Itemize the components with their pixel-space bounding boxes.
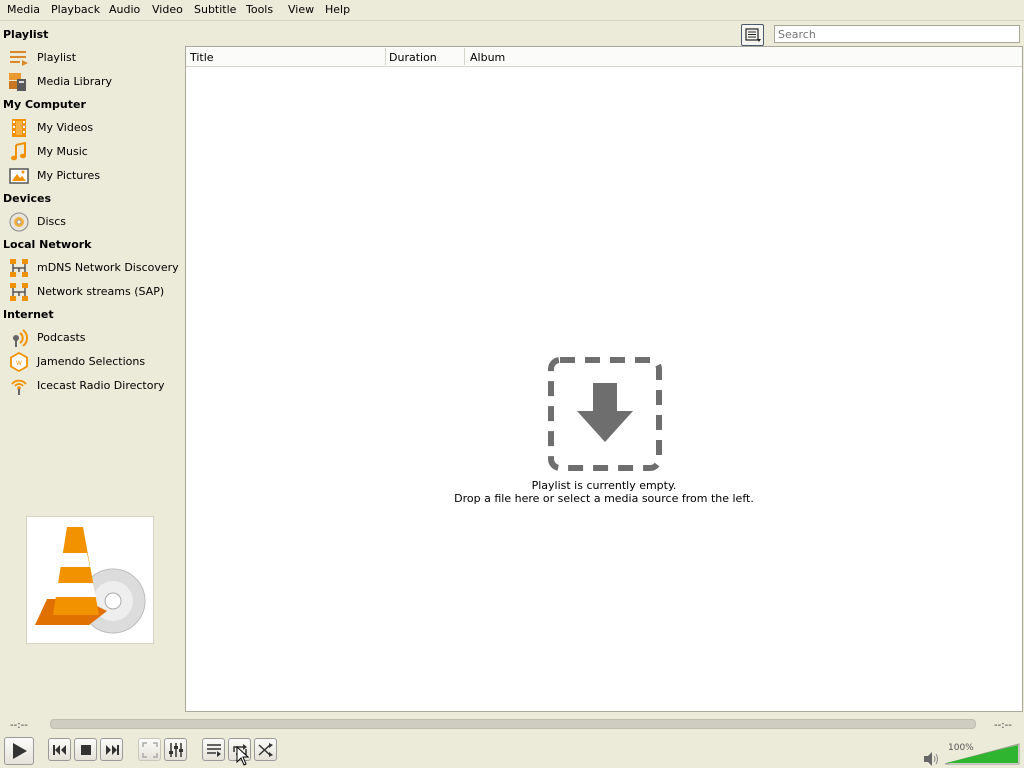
sidebar-item-my-pictures[interactable]: My Pictures	[6, 165, 181, 187]
menu-video[interactable]: Video	[152, 3, 183, 16]
column-album[interactable]: Album	[470, 51, 505, 64]
column-title[interactable]: Title	[190, 51, 214, 64]
total-time: --:--	[994, 720, 1012, 731]
album-art	[26, 516, 154, 644]
search-input[interactable]	[774, 25, 1020, 43]
sidebar-item-my-music[interactable]: My Music	[6, 141, 181, 163]
previous-button[interactable]	[48, 738, 71, 761]
column-divider	[464, 48, 465, 65]
speaker-icon[interactable]	[922, 751, 940, 767]
sidebar: Playlist Playlist Media Library My Compu…	[0, 22, 183, 712]
sidebar-item-label: Network streams (SAP)	[37, 285, 165, 298]
volume-slider[interactable]	[944, 743, 1020, 765]
sidebar-item-podcasts[interactable]: Podcasts	[6, 327, 181, 349]
menu-media[interactable]: Media	[7, 3, 40, 16]
sidebar-item-label: mDNS Network Discovery	[37, 261, 179, 274]
section-playlist: Playlist	[3, 28, 49, 41]
sidebar-item-label: Jamendo Selections	[37, 355, 146, 368]
music-note-icon	[11, 142, 26, 161]
menu-subtitle[interactable]: Subtitle	[194, 3, 236, 16]
stop-button[interactable]	[74, 738, 97, 761]
sidebar-item-discs[interactable]: Discs	[6, 211, 181, 233]
sidebar-item-icecast[interactable]: Icecast Radio Directory	[6, 375, 181, 397]
sidebar-item-label: Podcasts	[37, 331, 86, 344]
equalizer-icon	[169, 743, 183, 757]
section-local-network: Local Network	[3, 238, 92, 251]
empty-message: Playlist is currently empty.	[531, 479, 677, 492]
menu-help[interactable]: Help	[325, 3, 350, 16]
toggle-playlist-button[interactable]	[202, 738, 225, 761]
sidebar-item-label: My Videos	[37, 121, 94, 134]
vlc-cone-icon	[35, 527, 146, 634]
sidebar-item-jamendo[interactable]: W Jamendo Selections	[6, 351, 181, 373]
menu-bar: Media Playback Audio Video Subtitle Tool…	[0, 0, 1024, 21]
menu-audio[interactable]: Audio	[109, 3, 140, 16]
sidebar-item-label: Playlist	[37, 51, 77, 64]
previous-icon	[53, 745, 66, 755]
next-button[interactable]	[100, 738, 123, 761]
playlist-icon	[207, 744, 221, 757]
sidebar-item-my-videos[interactable]: My Videos	[6, 117, 181, 139]
jamendo-icon: W	[10, 352, 28, 372]
playlist-view-button[interactable]	[741, 24, 764, 46]
shuffle-button[interactable]	[254, 738, 277, 761]
table-header: Title Duration Album	[186, 47, 1022, 67]
elapsed-time: --:--	[10, 720, 28, 731]
column-divider	[385, 48, 386, 65]
svg-text:W: W	[16, 360, 22, 367]
extended-settings-button[interactable]	[164, 738, 187, 761]
film-icon	[12, 119, 26, 137]
menu-playback[interactable]: Playback	[51, 3, 100, 16]
picture-icon	[9, 168, 29, 184]
fullscreen-button[interactable]	[138, 738, 161, 761]
sidebar-item-label: Media Library	[37, 75, 112, 88]
sidebar-item-label: Icecast Radio Directory	[37, 379, 165, 392]
sidebar-item-mdns[interactable]: mDNS Network Discovery	[6, 257, 181, 279]
list-view-icon	[745, 28, 761, 42]
section-internet: Internet	[3, 308, 54, 321]
mouse-cursor-icon	[236, 746, 250, 766]
podcast-icon	[13, 329, 28, 347]
shuffle-icon	[258, 743, 273, 757]
sidebar-item-sap[interactable]: Network streams (SAP)	[6, 281, 181, 303]
media-library-icon	[9, 73, 26, 91]
section-devices: Devices	[3, 192, 52, 205]
playlist-table[interactable]: Title Duration Album Playlist is current…	[185, 46, 1023, 712]
menu-tools[interactable]: Tools	[246, 3, 273, 16]
seek-slider[interactable]	[50, 719, 976, 729]
sidebar-item-playlist[interactable]: Playlist	[6, 47, 181, 69]
disc-icon	[9, 212, 29, 232]
stop-icon	[81, 745, 91, 755]
play-icon	[13, 743, 27, 759]
icecast-icon	[11, 379, 27, 395]
next-icon	[106, 745, 119, 755]
sidebar-item-media-library[interactable]: Media Library	[6, 71, 181, 93]
sidebar-item-label: My Pictures	[37, 169, 101, 182]
sidebar-item-label: My Music	[37, 145, 88, 158]
network-icon	[10, 259, 28, 277]
playlist-icon	[10, 51, 28, 66]
section-my-computer: My Computer	[3, 98, 86, 111]
fullscreen-icon	[142, 742, 158, 758]
sidebar-item-label: Discs	[37, 215, 67, 228]
empty-hint: Drop a file here or select a media sourc…	[454, 492, 754, 505]
network-icon	[10, 283, 28, 301]
drop-file-icon	[548, 357, 662, 471]
menu-view[interactable]: View	[288, 3, 314, 16]
play-button[interactable]	[4, 737, 34, 765]
column-duration[interactable]: Duration	[389, 51, 437, 64]
